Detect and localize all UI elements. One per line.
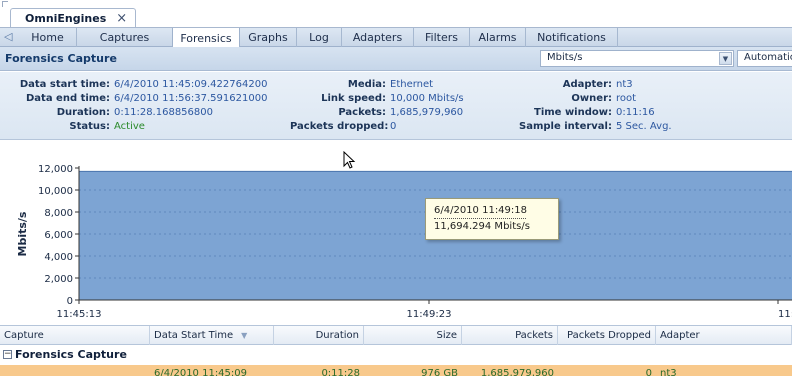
media-label: Media: [347, 79, 386, 90]
cell-capture [0, 366, 150, 376]
cell-duration: 0:11:28 [321, 368, 360, 376]
packets-dropped-label: Packets dropped: [290, 121, 389, 132]
tooltip-value: 11,694.294 Mbits/s [434, 221, 530, 232]
packets-dropped-value: 0 [390, 121, 397, 132]
collapse-icon[interactable]: − [3, 350, 12, 359]
y-tick-label: 12,000 [38, 164, 73, 175]
sort-descending-icon: ▼ [241, 331, 248, 340]
y-tick-label: 0 [67, 296, 73, 307]
data-end-time-value: 6/4/2010 11:56:37.591621000 [114, 93, 268, 104]
capture-info-panel: Data start time: 6/4/2010 11:45:09.422764… [0, 72, 792, 140]
tab-alarms[interactable]: Alarms [470, 28, 526, 47]
document-tab-title: OmniEngines [25, 12, 107, 25]
group-label: Forensics Capture [15, 348, 127, 361]
column-header-packets-dropped[interactable]: Packets Dropped [558, 326, 656, 345]
x-tick-label: 11:53: [778, 309, 792, 320]
tab-forensics[interactable]: Forensics [172, 28, 240, 48]
info-column-media: Media: Ethernet Link speed: 10,000 Mbits/s… [290, 78, 464, 134]
link-speed-label: Link speed: [321, 93, 386, 104]
cell-packets: 1,685,979,960 [480, 368, 554, 376]
x-tick-label: 11:45:13 [57, 309, 102, 320]
column-header-size[interactable]: Size [364, 326, 462, 345]
tab-home[interactable]: Home [19, 28, 77, 47]
chevron-down-icon[interactable]: ▼ [719, 52, 732, 65]
tooltip-divider [434, 218, 526, 219]
capture-table-header: Capture Data Start Time ▼ Duration Size P… [0, 325, 792, 345]
sample-interval-value: 5 Sec. Avg. [616, 121, 672, 132]
throughput-chart[interactable]: 12,000 10,000 8,000 6,000 4,000 2,000 0 Mbits/s… [0, 141, 792, 324]
y-tick-label: 2,000 [44, 274, 73, 285]
column-header-duration[interactable]: Duration [274, 326, 364, 345]
scroll-left-icon[interactable]: ◁ [4, 30, 12, 43]
tooltip-time: 6/4/2010 11:49:18 [434, 205, 528, 216]
cell-size: 976 GB [421, 368, 458, 376]
column-header-data-start-time[interactable]: Data Start Time ▼ [150, 326, 274, 345]
packets-value: 1,685,979,960 [390, 107, 464, 118]
navigation-tabs: ◁ Home Captures Forensics Graphs Log Ada… [0, 28, 792, 48]
info-column-times: Data start time: 6/4/2010 11:45:09.422764… [6, 78, 268, 134]
sample-interval-label: Sample interval: [519, 121, 612, 132]
tab-captures[interactable]: Captures [77, 28, 173, 47]
panel-title-bar: Forensics Capture Mbits/s ▼ Automatic [0, 47, 792, 71]
units-select[interactable]: Mbits/s ▼ [540, 50, 734, 67]
data-end-time-label: Data end time: [25, 93, 110, 104]
y-tick-label: 10,000 [38, 186, 73, 197]
tab-notifications[interactable]: Notifications [526, 28, 618, 47]
status-label: Status: [69, 121, 110, 132]
y-tick-label: 4,000 [44, 252, 73, 263]
chart-tooltip: 6/4/2010 11:49:18 11,694.294 Mbits/s [425, 198, 559, 240]
y-tick-label: 8,000 [44, 208, 73, 219]
time-window-label: Time window: [534, 107, 612, 118]
y-axis-label: Mbits/s [16, 211, 29, 256]
adapter-value: nt3 [616, 79, 633, 90]
tab-filters[interactable]: Filters [414, 28, 470, 47]
link-speed-value: 10,000 Mbits/s [390, 93, 464, 104]
data-start-time-value: 6/4/2010 11:45:09.422764200 [114, 79, 268, 90]
units-select-value: Mbits/s [547, 52, 583, 63]
data-start-time-label: Data start time: [19, 79, 110, 90]
throughput-chart-svg: 12,000 10,000 8,000 6,000 4,000 2,000 0 Mbits/s… [16, 164, 792, 320]
scale-select-value: Automatic [744, 52, 792, 63]
panel-title: Forensics Capture [5, 52, 117, 65]
window-corner [2, 1, 8, 7]
document-tab-omniengines[interactable]: OmniEngines × [10, 8, 137, 28]
document-tab-strip: OmniEngines × [0, 0, 792, 28]
column-header-packets[interactable]: Packets [462, 326, 558, 345]
y-tick-label: 6,000 [44, 230, 73, 241]
column-header-adapter[interactable]: Adapter [656, 326, 792, 345]
duration-value: 0:11:28.168856800 [114, 107, 213, 118]
status-value: Active [114, 121, 145, 132]
packets-label: Packets: [338, 107, 386, 118]
tab-log[interactable]: Log [297, 28, 342, 47]
tab-adapters[interactable]: Adapters [342, 28, 414, 47]
time-window-value: 0:11:16 [616, 107, 655, 118]
owner-label: Owner: [571, 93, 612, 104]
close-icon[interactable]: × [116, 12, 127, 25]
scale-select[interactable]: Automatic [737, 50, 792, 67]
duration-label: Duration: [56, 107, 110, 118]
cell-adapter: nt3 [660, 368, 677, 376]
column-header-capture[interactable]: Capture [0, 326, 150, 345]
column-header-data-start-time-label: Data Start Time [154, 330, 234, 341]
mouse-cursor-icon [343, 151, 356, 169]
adapter-label: Adapter: [562, 79, 612, 90]
tab-graphs[interactable]: Graphs [240, 28, 297, 47]
table-group-row[interactable]: − Forensics Capture [0, 346, 792, 364]
cell-data-start-time: 6/4/2010 11:45:09 [154, 368, 248, 376]
owner-value: root [616, 93, 637, 104]
table-row[interactable]: 6/4/2010 11:45:09 0:11:28 976 GB 1,685,9… [0, 365, 792, 376]
info-column-adapter: Adapter: nt3 Owner: root Time window: 0:11:… [514, 78, 672, 134]
x-tick-label: 11:49:23 [407, 309, 452, 320]
cell-packets-dropped: 0 [645, 368, 652, 376]
media-value: Ethernet [390, 79, 434, 90]
